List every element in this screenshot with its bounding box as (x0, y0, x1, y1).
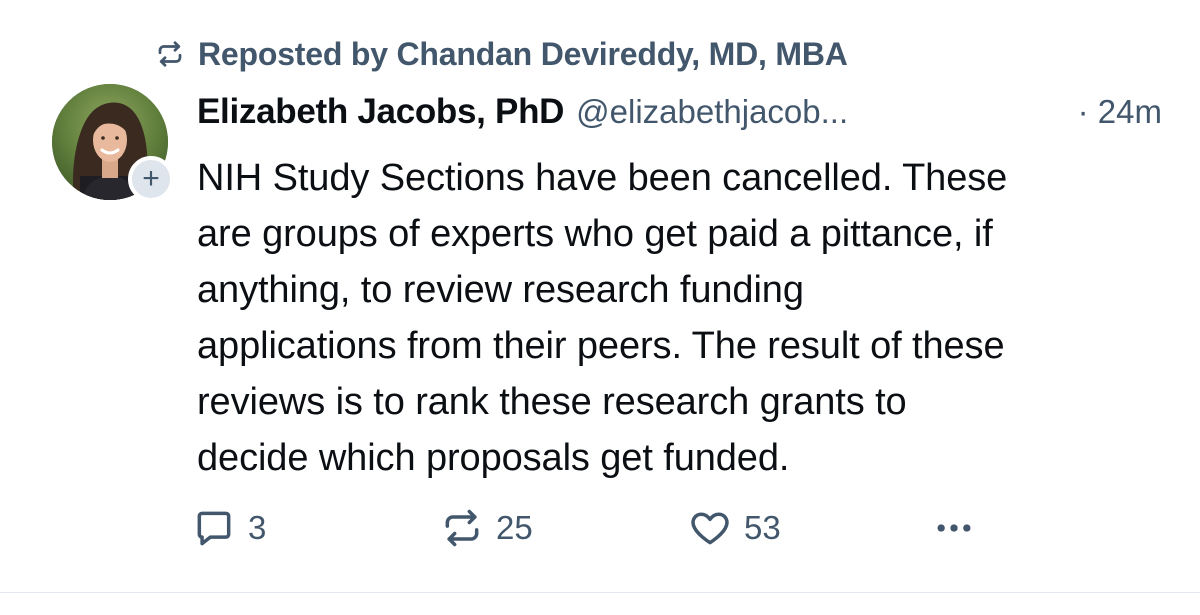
post-header: Elizabeth Jacobs, PhD @elizabethjacob...… (197, 92, 1162, 138)
post-text-line: decide which proposals get funded. (197, 437, 790, 479)
repost-label: Reposted by Chandan Devireddy, MD, MBA (198, 35, 848, 72)
author-handle[interactable]: @elizabethjacob... (576, 93, 848, 131)
repost-indicator[interactable]: Reposted by Chandan Devireddy, MD, MBA (152, 32, 848, 76)
reply-icon (192, 506, 236, 550)
reply-button[interactable]: 3 (192, 506, 266, 550)
more-icon (932, 506, 976, 550)
like-button[interactable]: 53 (688, 506, 781, 550)
more-options-button[interactable] (932, 506, 976, 550)
post-text-line: anything, to review research funding (197, 269, 804, 311)
divider (0, 592, 1200, 593)
author-name[interactable]: Elizabeth Jacobs, PhD (197, 92, 564, 132)
post-body: NIH Study Sections have been cancelled. … (197, 150, 1172, 486)
heart-icon (688, 506, 732, 550)
like-count: 53 (744, 509, 781, 546)
post-card[interactable]: Reposted by Chandan Devireddy, MD, MBA +… (0, 0, 1200, 615)
repost-action-icon (440, 506, 484, 550)
post-timestamp[interactable]: · 24m (1078, 93, 1162, 131)
post-text-line: applications from their peers. The resul… (197, 325, 1005, 367)
post-actions: 3 25 53 (192, 500, 1172, 556)
reply-count: 3 (248, 509, 267, 546)
post-text-line: NIH Study Sections have been cancelled. … (197, 157, 1008, 199)
post-text-line: are groups of experts who get paid a pit… (197, 213, 993, 255)
author-avatar-container[interactable]: + (52, 84, 174, 202)
post-text-line: reviews is to rank these research grants… (197, 381, 907, 423)
repost-button[interactable]: 25 (440, 506, 533, 550)
repost-icon (152, 36, 188, 72)
follow-button[interactable]: + (128, 156, 174, 202)
repost-count: 25 (496, 509, 533, 546)
